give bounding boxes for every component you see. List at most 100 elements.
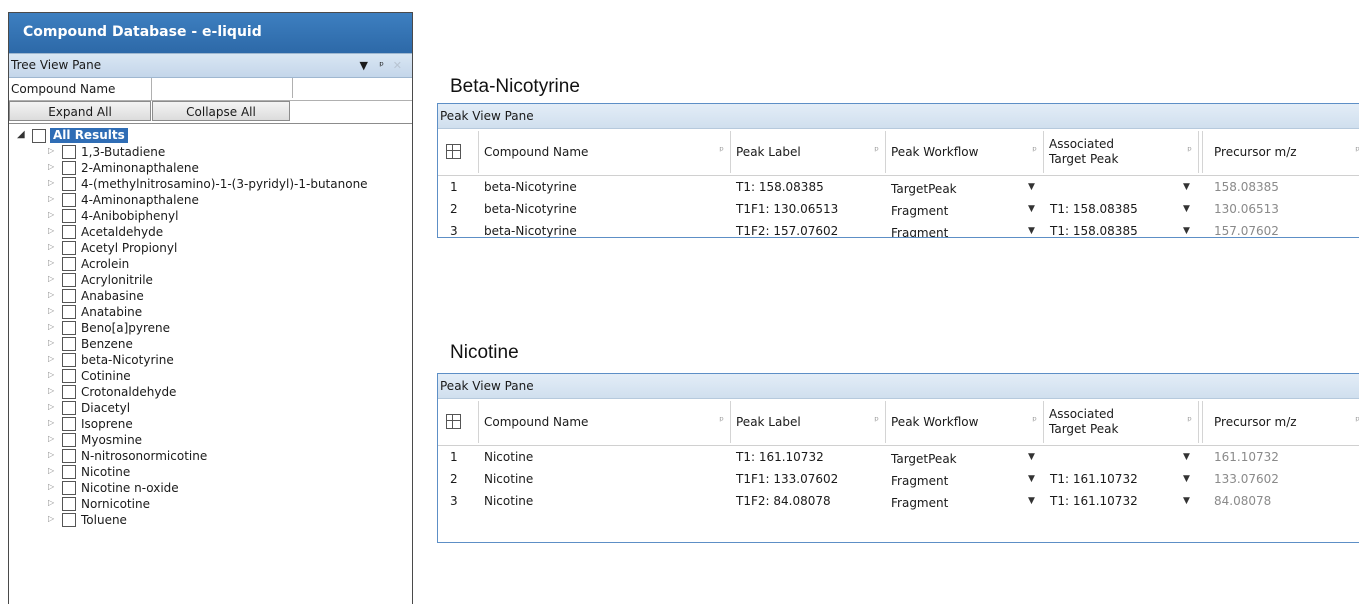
- table-row[interactable]: 3 beta-Nicotyrine T1F2: 157.07602 Fragment ▼…: [438, 220, 1359, 237]
- column-precursor-mz[interactable]: Precursor m/zᵖ: [1202, 129, 1359, 175]
- tree-item[interactable]: ▷ Nornicotine: [9, 496, 412, 512]
- expand-arrow-icon[interactable]: ▷: [48, 274, 54, 283]
- cell-compound-name[interactable]: beta-Nicotyrine: [484, 198, 577, 220]
- tree-item[interactable]: ▷ Beno[a]pyrene: [9, 320, 412, 336]
- collapse-all-button[interactable]: Collapse All: [152, 101, 290, 121]
- column-compound-name[interactable]: Compound Name ᵖ: [478, 129, 730, 175]
- pin-icon[interactable]: ᵖ: [719, 414, 724, 427]
- tree-item-checkbox[interactable]: [62, 145, 76, 159]
- expand-arrow-icon[interactable]: ▷: [48, 338, 54, 347]
- tree-item[interactable]: ▷ Diacetyl: [9, 400, 412, 416]
- tree-item-checkbox[interactable]: [62, 449, 76, 463]
- tree-item[interactable]: ▷ Acrolein: [9, 256, 412, 272]
- tree-item[interactable]: ▷ Anatabine: [9, 304, 412, 320]
- cell-compound-name[interactable]: Nicotine: [484, 468, 533, 490]
- associated-peak-dropdown-icon[interactable]: ▼: [1183, 198, 1190, 220]
- column-associated-target-peak[interactable]: Associated Target Peak ᵖ: [1043, 129, 1198, 175]
- tree-item[interactable]: ▷ Acetyl Propionyl: [9, 240, 412, 256]
- tree-item[interactable]: ▷ Nicotine: [9, 464, 412, 480]
- collapse-arrow-icon[interactable]: ◢: [17, 129, 25, 140]
- pin-icon[interactable]: ᵖ: [1032, 414, 1037, 427]
- tree-item-checkbox[interactable]: [62, 337, 76, 351]
- tree-item-checkbox[interactable]: [62, 257, 76, 271]
- tree-item[interactable]: ▷ Benzene: [9, 336, 412, 352]
- pin-icon[interactable]: ᵖ: [1032, 144, 1037, 157]
- expand-arrow-icon[interactable]: ▷: [48, 194, 54, 203]
- cell-associated-target-peak[interactable]: T1: 158.08385: [1050, 198, 1138, 220]
- workflow-dropdown-icon[interactable]: ▼: [1028, 176, 1035, 198]
- grid-icon[interactable]: [446, 144, 461, 159]
- expand-arrow-icon[interactable]: ▷: [48, 242, 54, 251]
- workflow-dropdown-icon[interactable]: ▼: [1028, 446, 1035, 468]
- tree-item-checkbox[interactable]: [62, 225, 76, 239]
- cell-peak-label[interactable]: T1F1: 133.07602: [736, 468, 838, 490]
- workflow-dropdown-icon[interactable]: ▼: [1028, 220, 1035, 237]
- tree-item-checkbox[interactable]: [62, 513, 76, 527]
- cell-associated-target-peak[interactable]: T1: 161.10732: [1050, 468, 1138, 490]
- tree-item-checkbox[interactable]: [62, 193, 76, 207]
- tree-item-checkbox[interactable]: [62, 273, 76, 287]
- row-selector-header[interactable]: [438, 399, 478, 445]
- expand-arrow-icon[interactable]: ▷: [48, 146, 54, 155]
- tree-item-checkbox[interactable]: [62, 353, 76, 367]
- expand-arrow-icon[interactable]: ▷: [48, 482, 54, 491]
- tree-item[interactable]: ▷ Crotonaldehyde: [9, 384, 412, 400]
- workflow-dropdown-icon[interactable]: ▼: [1028, 198, 1035, 220]
- cell-associated-target-peak[interactable]: T1: 158.08385: [1050, 220, 1138, 237]
- tree-item[interactable]: ▷ Toluene: [9, 512, 412, 528]
- tree-item-checkbox[interactable]: [62, 289, 76, 303]
- expand-arrow-icon[interactable]: ▷: [48, 418, 54, 427]
- cell-peak-label[interactable]: T1F1: 130.06513: [736, 198, 838, 220]
- pin-icon[interactable]: ᵖ: [719, 144, 724, 157]
- pin-icon[interactable]: ᵖ: [1187, 144, 1192, 157]
- associated-peak-dropdown-icon[interactable]: ▼: [1183, 220, 1190, 237]
- tree-item-checkbox[interactable]: [62, 177, 76, 191]
- tree-item-checkbox[interactable]: [62, 385, 76, 399]
- table-row[interactable]: 2 beta-Nicotyrine T1F1: 130.06513 Fragment ▼…: [438, 198, 1359, 220]
- tree-item[interactable]: ▷ beta-Nicotyrine: [9, 352, 412, 368]
- cell-peak-workflow[interactable]: Fragment: [891, 470, 948, 492]
- all-results-checkbox[interactable]: [32, 129, 46, 143]
- tree-item[interactable]: ▷ 4-Anibobiphenyl: [9, 208, 412, 224]
- expand-arrow-icon[interactable]: ▷: [48, 370, 54, 379]
- tree-item-checkbox[interactable]: [62, 369, 76, 383]
- cell-compound-name[interactable]: beta-Nicotyrine: [484, 176, 577, 198]
- cell-compound-name[interactable]: Nicotine: [484, 490, 533, 512]
- cell-peak-label[interactable]: T1F2: 84.08078: [736, 490, 831, 512]
- tree-item-checkbox[interactable]: [62, 433, 76, 447]
- tree-item[interactable]: ▷ 4-(methylnitrosamino)-1-(3-pyridyl)-1-b…: [9, 176, 412, 192]
- column-compound-name[interactable]: Compound Name ᵖ: [478, 399, 730, 445]
- expand-arrow-icon[interactable]: ▷: [48, 322, 54, 331]
- cell-peak-label[interactable]: T1: 158.08385: [736, 176, 824, 198]
- expand-arrow-icon[interactable]: ▷: [48, 290, 54, 299]
- associated-peak-dropdown-icon[interactable]: ▼: [1183, 446, 1190, 468]
- pin-icon[interactable]: ᵖ: [1355, 144, 1359, 157]
- tree-item[interactable]: ▷ 2-Aminonapthalene: [9, 160, 412, 176]
- associated-peak-dropdown-icon[interactable]: ▼: [1183, 490, 1190, 512]
- expand-arrow-icon[interactable]: ▷: [48, 178, 54, 187]
- tree-item[interactable]: ▷ N-nitrosonormicotine: [9, 448, 412, 464]
- cell-associated-target-peak[interactable]: T1: 161.10732: [1050, 490, 1138, 512]
- expand-all-button[interactable]: Expand All: [9, 101, 151, 121]
- tree-item-checkbox[interactable]: [62, 305, 76, 319]
- cell-compound-name[interactable]: beta-Nicotyrine: [484, 220, 577, 237]
- table-row[interactable]: 2 Nicotine T1F1: 133.07602 Fragment ▼ T1: 161…: [438, 468, 1359, 490]
- tree-item-checkbox[interactable]: [62, 209, 76, 223]
- tree-item-checkbox[interactable]: [62, 497, 76, 511]
- column-peak-label[interactable]: Peak Label ᵖ: [730, 399, 885, 445]
- expand-arrow-icon[interactable]: ▷: [48, 434, 54, 443]
- tree-item-checkbox[interactable]: [62, 481, 76, 495]
- expand-arrow-icon[interactable]: ▷: [48, 402, 54, 411]
- cell-compound-name[interactable]: Nicotine: [484, 446, 533, 468]
- pin-icon[interactable]: ᵖ: [874, 414, 879, 427]
- cell-peak-workflow[interactable]: Fragment: [891, 200, 948, 222]
- tree-item[interactable]: ▷ 1,3-Butadiene: [9, 144, 412, 160]
- tree-item[interactable]: ▷ Acrylonitrile: [9, 272, 412, 288]
- column-peak-workflow[interactable]: Peak Workflow ᵖ: [885, 399, 1043, 445]
- expand-arrow-icon[interactable]: ▷: [48, 306, 54, 315]
- expand-arrow-icon[interactable]: ▷: [48, 354, 54, 363]
- column-precursor-mz[interactable]: Precursor m/zᵖ: [1202, 399, 1359, 445]
- table-row[interactable]: 1 Nicotine T1: 161.10732 TargetPeak ▼ ▼ 161.10…: [438, 446, 1359, 468]
- expand-arrow-icon[interactable]: ▷: [48, 498, 54, 507]
- expand-arrow-icon[interactable]: ▷: [48, 514, 54, 523]
